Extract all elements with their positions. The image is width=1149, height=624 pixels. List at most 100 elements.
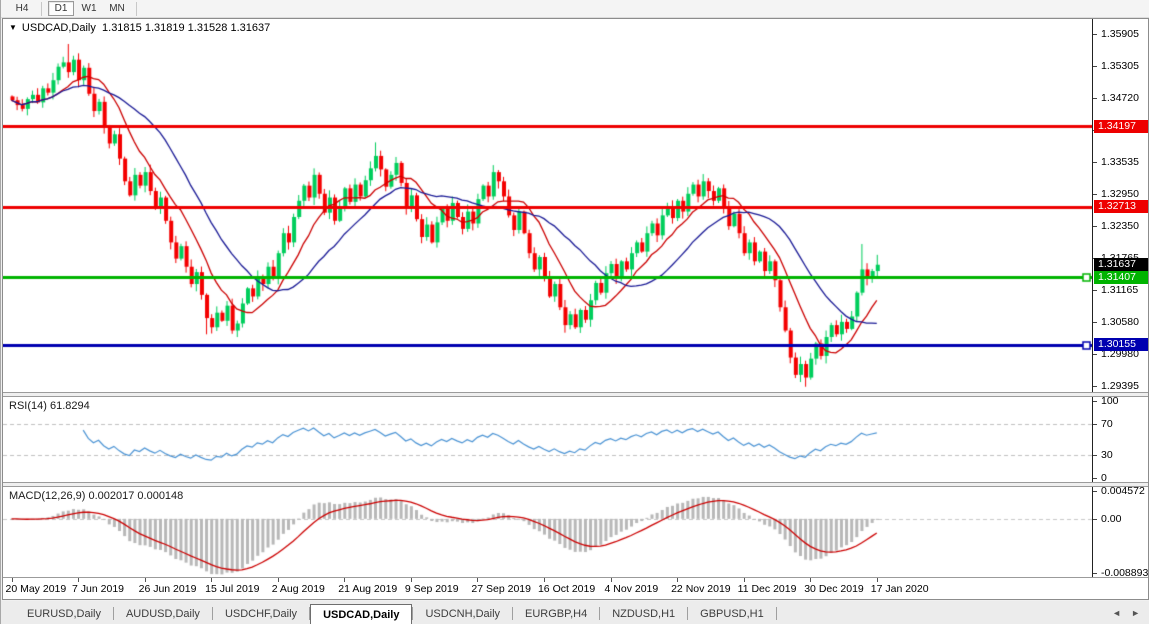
chart-ohlc-values: 1.31815 1.31819 1.31528 1.31637	[102, 22, 270, 34]
date-tick-mark	[411, 578, 412, 582]
toolbar-separator	[41, 2, 42, 16]
price-tick-label: 1.35305	[1101, 60, 1139, 72]
price-line-tag[interactable]: 1.31407	[1094, 271, 1148, 284]
date-tick-mark	[477, 578, 478, 582]
price-tick-label: 1.29395	[1101, 380, 1139, 392]
price-tick-mark	[1093, 34, 1097, 35]
price-tick-mark	[1093, 66, 1097, 67]
mt4-chart-app: H4 D1W1MN ▼ USDCAD,Daily 1.31815 1.31819 1…	[0, 0, 1149, 624]
rsi-chart-canvas[interactable]	[3, 397, 1092, 482]
price-tick-label: 1.30580	[1101, 316, 1139, 328]
rsi-tick-label: 70	[1101, 418, 1113, 430]
date-axis-label: 4 Nov 2019	[605, 583, 659, 595]
price-line-tag[interactable]: 1.34197	[1094, 120, 1148, 133]
current-price-tag: 1.31637	[1094, 258, 1148, 271]
symbol-tab-usdcad[interactable]: USDCAD,Daily	[310, 604, 412, 624]
price-tick-label: 1.34720	[1101, 92, 1139, 104]
date-tick-mark	[344, 578, 345, 582]
date-axis-label: 17 Jan 2020	[871, 583, 929, 595]
rsi-label: RSI(14) 61.8294	[9, 400, 90, 412]
date-axis-label: 7 Jun 2019	[72, 583, 124, 595]
price-tick-label: 1.33535	[1101, 156, 1139, 168]
macd-tick-label: 0.00	[1101, 513, 1121, 525]
timeframe-toolbar: H4 D1W1MN	[1, 0, 1149, 18]
macd-pane: MACD(12,26,9) 0.002017 0.000148 0.004572…	[3, 487, 1148, 577]
macd-tick-mark	[1093, 573, 1097, 574]
symbol-tab-gbpusd[interactable]: GBPUSD,H1	[688, 604, 776, 624]
price-line-tag[interactable]: 1.32713	[1094, 200, 1148, 213]
macd-tick-label: 0.004572	[1101, 487, 1145, 497]
price-tick-mark	[1093, 354, 1097, 355]
macd-label: MACD(12,26,9) 0.002017 0.000148	[9, 490, 183, 502]
date-tick-mark	[145, 578, 146, 582]
price-tick-mark	[1093, 386, 1097, 387]
price-pane: ▼ USDCAD,Daily 1.31815 1.31819 1.31528 1.…	[3, 19, 1148, 392]
rsi-tick-mark	[1093, 478, 1097, 479]
symbol-tab-bar: EURUSD,DailyAUDUSD,DailyUSDCHF,DailyUSDC…	[1, 601, 1149, 624]
date-axis-label: 15 Jul 2019	[205, 583, 259, 595]
rsi-tick-label: 0	[1101, 472, 1107, 482]
date-tick-mark	[744, 578, 745, 582]
price-tick-label: 1.35905	[1101, 28, 1139, 40]
date-tick-mark	[611, 578, 612, 582]
price-tick-mark	[1093, 194, 1097, 195]
symbol-tab-usdchf[interactable]: USDCHF,Daily	[213, 604, 309, 624]
price-axis: 1.359051.353051.347201.341351.335351.329…	[1092, 19, 1148, 392]
price-tick-mark	[1093, 290, 1097, 291]
price-tick-mark	[1093, 322, 1097, 323]
date-axis-label: 27 Sep 2019	[471, 583, 531, 595]
rsi-tick-mark	[1093, 424, 1097, 425]
macd-tick-label: -0.008893	[1101, 567, 1148, 577]
tab-scroll-right-icon[interactable]: ►	[1131, 608, 1140, 618]
macd-tick-mark	[1093, 519, 1097, 520]
tab-scroll-left-icon[interactable]: ◄	[1112, 608, 1121, 618]
rsi-pane: RSI(14) 61.8294 100 70 30 0	[3, 397, 1148, 482]
date-axis-label: 21 Aug 2019	[338, 583, 397, 595]
symbol-tab-usdcnh[interactable]: USDCNH,Daily	[413, 604, 512, 624]
date-axis-label: 11 Dec 2019	[738, 583, 797, 595]
date-axis: 20 May 20197 Jun 201926 Jun 201915 Jul 2…	[3, 577, 1148, 599]
date-axis-label: 2 Aug 2019	[272, 583, 325, 595]
macd-axis: 0.004572 0.00 -0.008893	[1092, 487, 1148, 577]
price-chart-canvas[interactable]	[3, 19, 1092, 392]
price-tick-label: 1.32950	[1101, 188, 1139, 200]
price-line-tag[interactable]: 1.30155	[1094, 338, 1148, 351]
rsi-tick-mark	[1093, 455, 1097, 456]
timeframe-button-mn[interactable]: MN	[104, 1, 130, 16]
date-tick-mark	[12, 578, 13, 582]
tab-separator	[776, 607, 777, 620]
date-tick-mark	[677, 578, 678, 582]
symbol-tab-nzdusd[interactable]: NZDUSD,H1	[600, 604, 687, 624]
rsi-tick-label: 30	[1101, 449, 1113, 461]
macd-tick-mark	[1093, 491, 1097, 492]
chart-symbol-label: USDCAD,Daily	[22, 22, 96, 34]
rsi-tick-label: 100	[1101, 397, 1119, 407]
date-axis-label: 30 Dec 2019	[804, 583, 864, 595]
date-tick-mark	[877, 578, 878, 582]
date-tick-mark	[278, 578, 279, 582]
price-tick-label: 1.31165	[1101, 284, 1138, 296]
symbol-tab-audusd[interactable]: AUDUSD,Daily	[114, 604, 212, 624]
chart-window: ▼ USDCAD,Daily 1.31815 1.31819 1.31528 1.…	[2, 18, 1149, 600]
price-tick-mark	[1093, 162, 1097, 163]
rsi-axis: 100 70 30 0	[1092, 397, 1148, 482]
chart-title: ▼ USDCAD,Daily 1.31815 1.31819 1.31528 1.…	[9, 22, 270, 34]
symbol-tab-eurusd[interactable]: EURUSD,Daily	[15, 604, 113, 624]
date-tick-mark	[810, 578, 811, 582]
date-tick-mark	[544, 578, 545, 582]
symbol-tab-eurgbp[interactable]: EURGBP,H4	[513, 604, 599, 624]
timeframe-button-w1[interactable]: W1	[76, 1, 102, 16]
tab-scroll-arrows: ◄►	[1112, 601, 1149, 624]
toolbar-separator	[136, 2, 137, 16]
price-tick-mark	[1093, 98, 1097, 99]
price-tick-label: 1.32350	[1101, 220, 1139, 232]
chart-dropdown-icon[interactable]: ▼	[9, 23, 17, 32]
date-tick-mark	[78, 578, 79, 582]
date-axis-label: 20 May 2019	[6, 583, 67, 595]
price-tick-mark	[1093, 226, 1097, 227]
date-axis-label: 16 Oct 2019	[538, 583, 595, 595]
timeframe-button-h4[interactable]: H4	[9, 1, 35, 16]
date-tick-mark	[211, 578, 212, 582]
timeframe-button-d1[interactable]: D1	[48, 1, 74, 16]
date-axis-label: 22 Nov 2019	[671, 583, 731, 595]
